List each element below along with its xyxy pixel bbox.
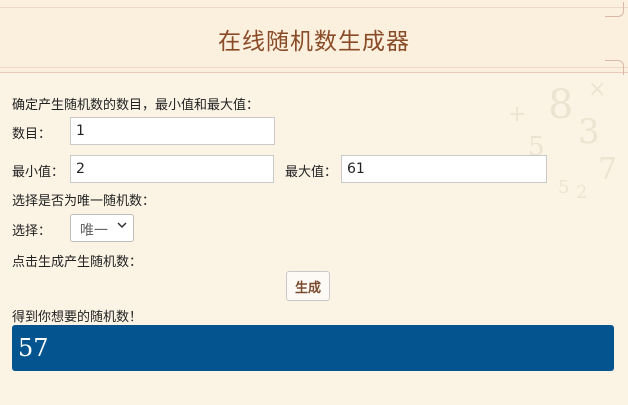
choice-label: 选择：	[12, 224, 52, 239]
unique-select[interactable]: 唯一	[70, 214, 134, 242]
chevron-down-icon	[117, 220, 127, 233]
result-label: 得到你想要的随机数！	[12, 310, 143, 325]
min-label: 最小值：	[12, 165, 65, 180]
min-input[interactable]	[70, 155, 274, 183]
generate-button[interactable]: 生成	[286, 271, 330, 301]
page-header: 在线随机数生成器	[0, 0, 628, 75]
result-display: 57	[12, 325, 614, 371]
page-title: 在线随机数生成器	[218, 29, 410, 55]
corner-ornament	[605, 60, 624, 75]
count-label: 数目：	[12, 127, 52, 142]
header-bottom-border	[0, 67, 628, 68]
max-input[interactable]	[341, 155, 547, 183]
corner-ornament	[605, 2, 624, 17]
select-value: 唯一	[80, 223, 108, 239]
generate-prompt: 点击生成产生随机数：	[12, 255, 143, 270]
unique-prompt: 选择是否为唯一随机数：	[12, 194, 156, 209]
count-input[interactable]	[70, 117, 275, 145]
header-top-border	[0, 7, 628, 8]
max-label: 最大值：	[285, 165, 338, 180]
intro-text: 确定产生随机数的数目，最小值和最大值：	[12, 98, 260, 113]
